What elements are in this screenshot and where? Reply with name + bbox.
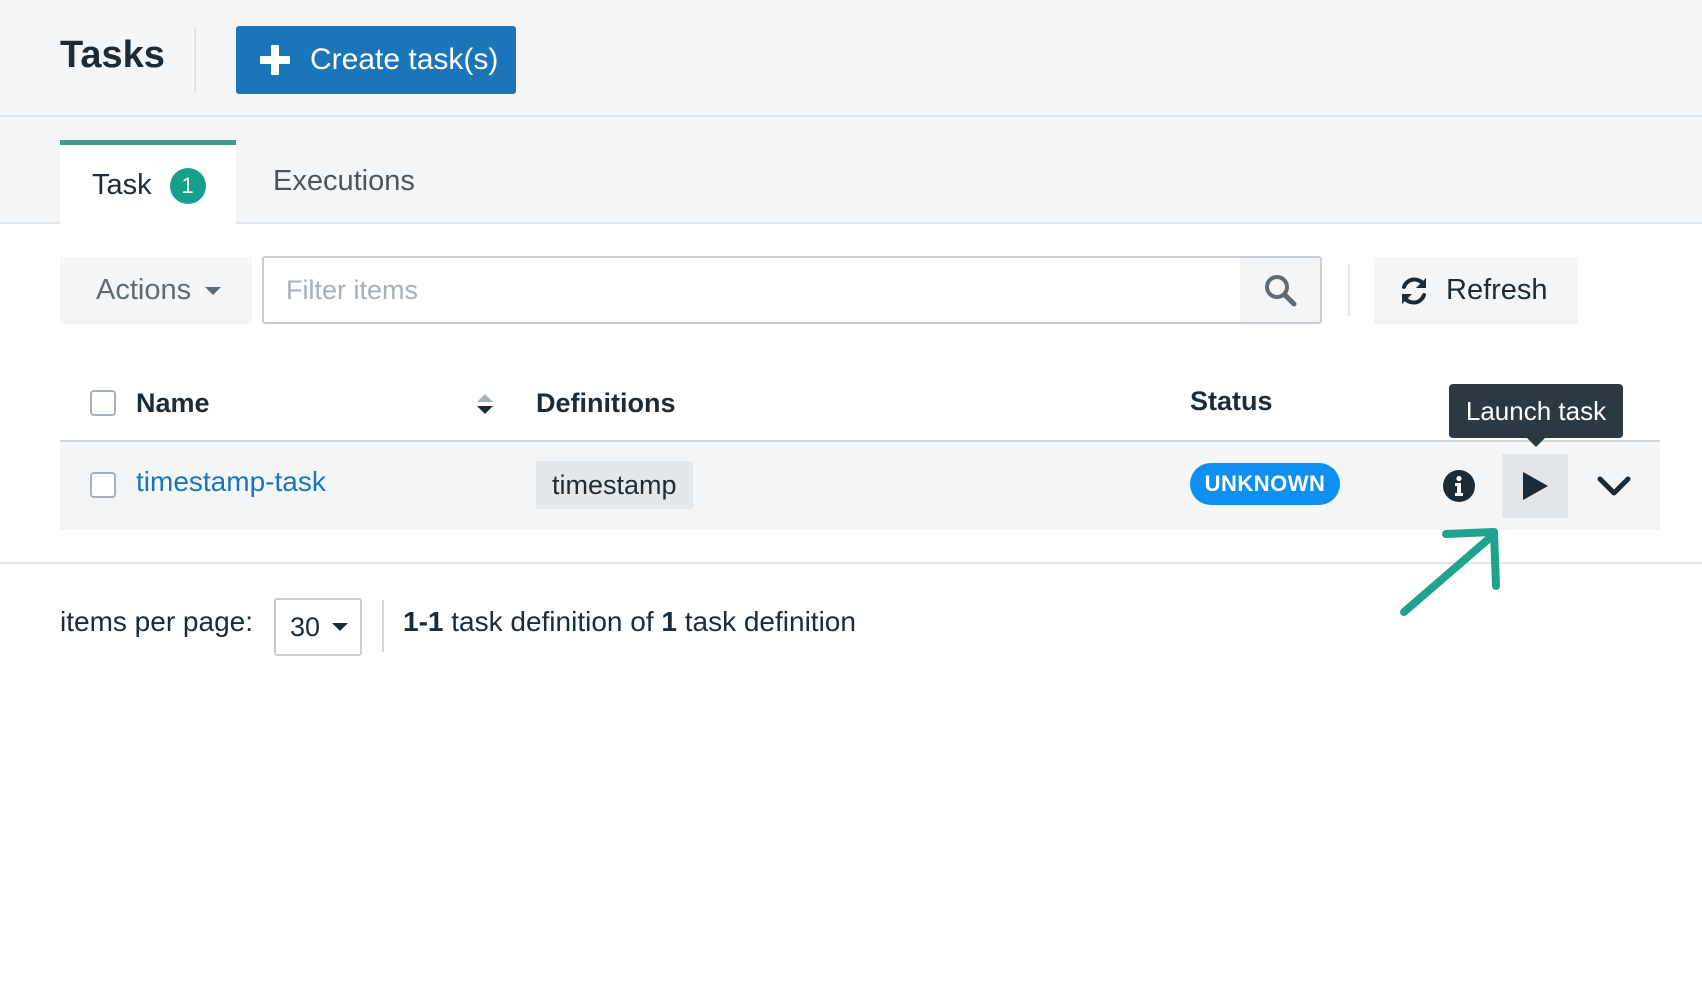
task-count-badge: 1 (169, 167, 206, 204)
launch-task-button[interactable] (1502, 454, 1568, 518)
column-header-definitions: Definitions (536, 388, 676, 418)
task-name-link[interactable]: timestamp-task (136, 466, 326, 498)
play-icon (1523, 472, 1548, 500)
chevron-down-icon (1597, 476, 1631, 496)
tab-task[interactable]: Task 1 (60, 140, 236, 226)
column-header-name[interactable]: Name (136, 388, 210, 419)
caret-down-icon (332, 623, 349, 631)
page-title: Tasks (60, 34, 165, 76)
row-checkbox[interactable] (90, 472, 116, 498)
arrow-up-right-icon (1400, 528, 1500, 616)
expand-row-button[interactable] (1596, 470, 1632, 502)
column-header-status: Status (1190, 386, 1273, 416)
items-per-page-select[interactable]: 30 (274, 598, 362, 656)
tab-executions[interactable]: Executions (273, 165, 415, 198)
search-icon (1265, 275, 1297, 307)
actions-label: Actions (96, 274, 192, 306)
pagination-range: 1-1 (403, 606, 444, 637)
tab-bar: Task 1 Executions (0, 117, 1702, 226)
status-badge: UNKNOWN (1190, 463, 1340, 505)
items-per-page-label: items per page: (60, 606, 253, 637)
table-row: timestamp-task timestamp UNKNOWN (60, 442, 1660, 530)
filter-input[interactable] (264, 258, 1244, 322)
info-icon (1443, 470, 1475, 502)
header-divider (194, 26, 196, 94)
refresh-button[interactable]: Refresh (1374, 257, 1578, 324)
create-tasks-button[interactable]: Create task(s) (236, 26, 516, 94)
pagination-text-end: task definition (676, 606, 856, 637)
launch-task-tooltip: Launch task (1449, 384, 1623, 447)
tab-task-label: Task (92, 169, 152, 201)
pagination-divider (382, 600, 384, 652)
actions-dropdown[interactable]: Actions (60, 257, 252, 324)
select-all-checkbox[interactable] (90, 390, 116, 416)
plus-icon (260, 45, 290, 75)
definition-tag: timestamp (536, 461, 693, 509)
pagination-total: 1 (661, 606, 677, 637)
toolbar-divider (1348, 264, 1350, 316)
filter-box (262, 256, 1322, 324)
caret-down-icon (205, 286, 222, 295)
refresh-label: Refresh (1446, 274, 1548, 306)
table-header: Name Definitions Status (60, 370, 1660, 442)
page-header: Tasks Create task(s) (0, 0, 1702, 117)
items-per-page-value: 30 (290, 611, 321, 642)
refresh-icon (1402, 277, 1426, 304)
sort-icon[interactable] (476, 394, 494, 418)
pagination-summary: 1-1 task definition of 1 task definition (403, 606, 856, 638)
details-button[interactable] (1442, 469, 1476, 503)
create-tasks-label: Create task(s) (310, 43, 499, 76)
search-button[interactable] (1240, 258, 1320, 322)
pagination-text-mid: task definition of (443, 606, 662, 637)
